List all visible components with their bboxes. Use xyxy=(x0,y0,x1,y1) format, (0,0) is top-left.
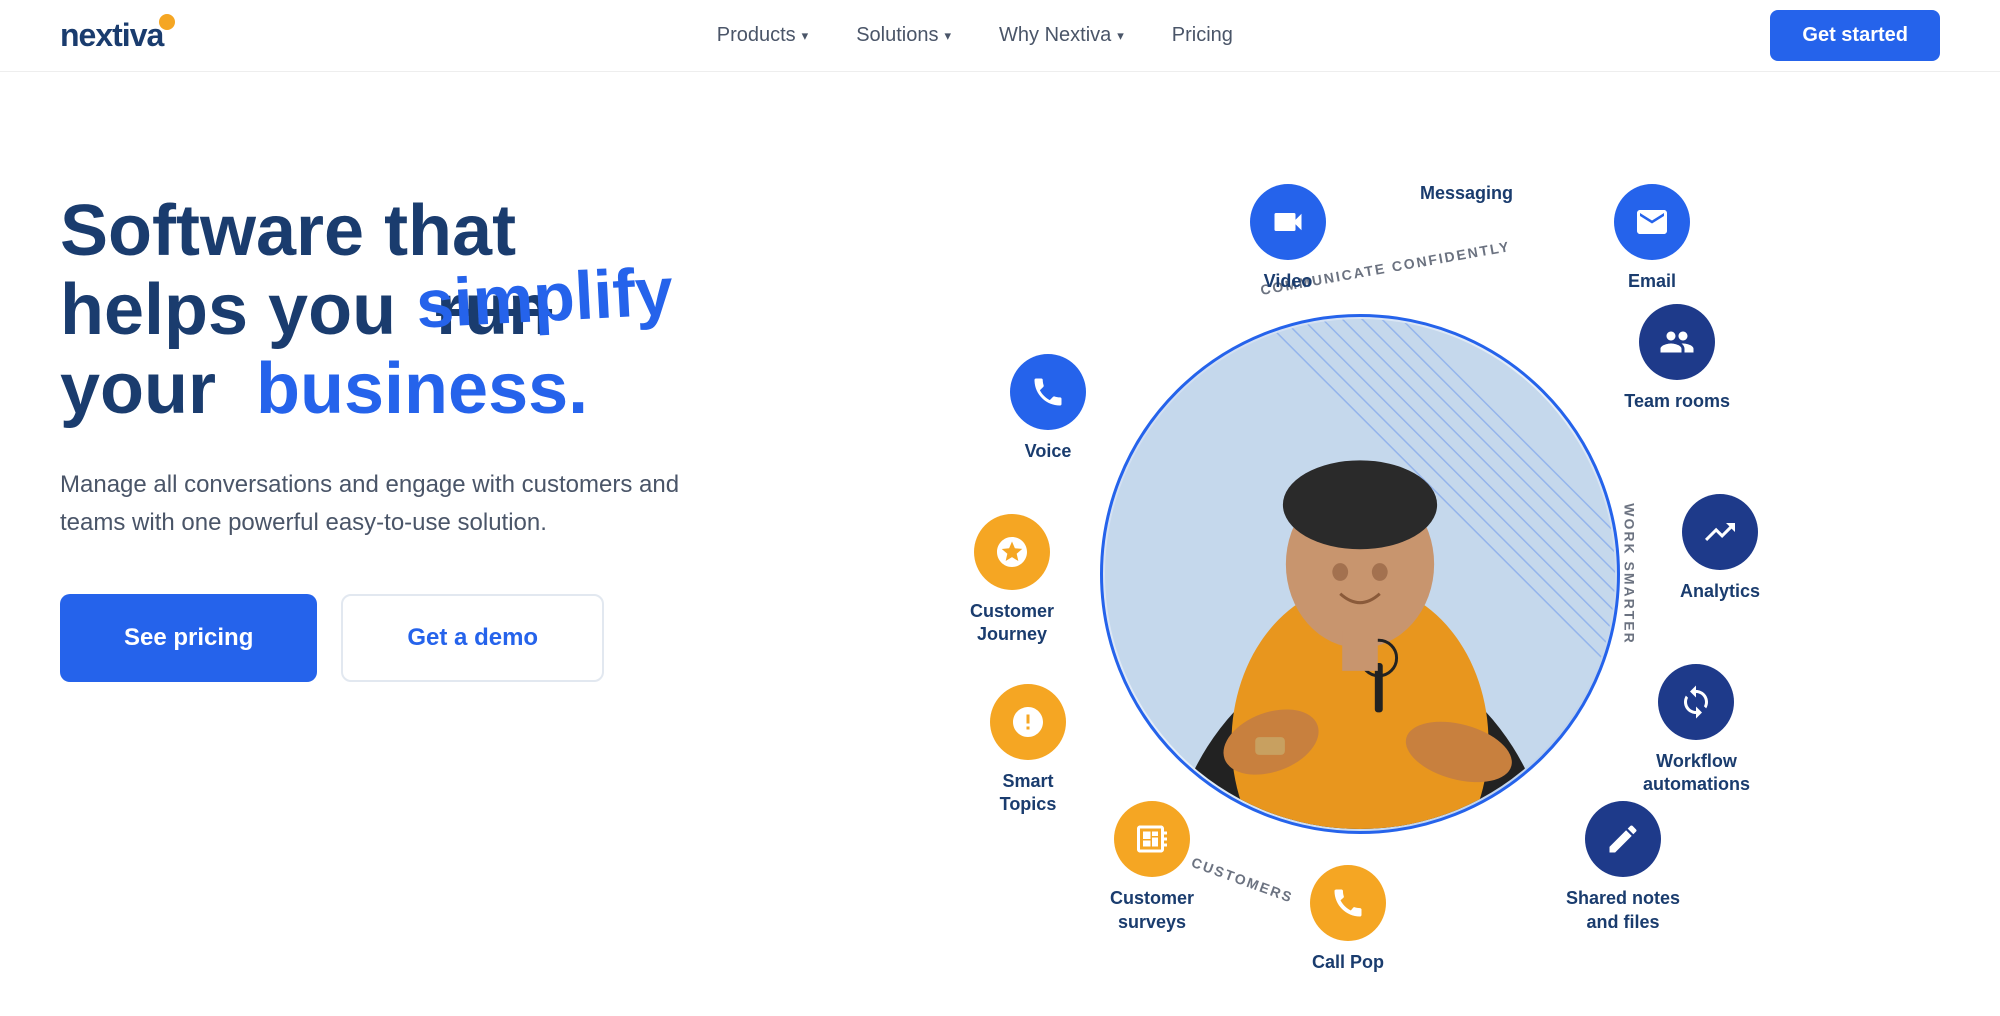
icon-item-shared-notes[interactable]: Shared notesand files xyxy=(1566,801,1680,934)
teamrooms-label: Team rooms xyxy=(1624,390,1730,413)
hero-left: Software that helps you run simplify you… xyxy=(60,132,780,682)
icon-item-video[interactable]: Video xyxy=(1250,184,1326,293)
logo[interactable]: nextiva xyxy=(60,17,179,54)
simplify-wrap: run simplify xyxy=(416,271,552,350)
call-pop-label: Call Pop xyxy=(1312,951,1384,974)
icon-item-call-pop[interactable]: Call Pop xyxy=(1310,865,1386,974)
smart-topics-label: SmartTopics xyxy=(1000,770,1057,817)
chevron-down-icon: ▾ xyxy=(944,28,951,44)
center-circle xyxy=(1100,314,1620,834)
arc-right-label: WORK SMARTER xyxy=(1621,503,1637,644)
call-pop-icon xyxy=(1310,865,1386,941)
teamrooms-icon xyxy=(1639,304,1715,380)
see-pricing-button[interactable]: See pricing xyxy=(60,594,317,682)
nav-solutions[interactable]: Solutions ▾ xyxy=(856,24,951,47)
main-content: Software that helps you run simplify you… xyxy=(0,72,2000,1016)
get-demo-button[interactable]: Get a demo xyxy=(341,594,604,682)
nav-why-nextiva[interactable]: Why Nextiva ▾ xyxy=(999,24,1124,47)
icon-item-customer-surveys[interactable]: Customersurveys xyxy=(1110,801,1194,934)
hero-buttons: See pricing Get a demo xyxy=(60,594,780,682)
workflow-label: Workflowautomations xyxy=(1643,750,1750,797)
video-label: Video xyxy=(1264,270,1313,293)
smart-topics-icon xyxy=(990,684,1066,760)
get-started-button[interactable]: Get started xyxy=(1770,10,1940,61)
email-icon xyxy=(1614,184,1690,260)
voice-label: Voice xyxy=(1025,440,1072,463)
hero-subtext: Manage all conversations and engage with… xyxy=(60,466,680,543)
icon-item-voice[interactable]: Voice xyxy=(1010,354,1086,463)
diagram-container: COMMUNICATE CONFIDENTLY DELIGHT CUSTOMER… xyxy=(910,154,1810,994)
person-illustration xyxy=(1103,314,1617,834)
logo-dot xyxy=(159,14,175,30)
analytics-label: Analytics xyxy=(1680,580,1760,603)
icon-item-smart-topics[interactable]: SmartTopics xyxy=(990,684,1066,817)
shared-notes-icon xyxy=(1585,801,1661,877)
video-icon xyxy=(1250,184,1326,260)
hero-heading: Software that helps you run simplify you… xyxy=(60,192,780,430)
analytics-icon xyxy=(1682,494,1758,570)
hero-right: COMMUNICATE CONFIDENTLY DELIGHT CUSTOMER… xyxy=(780,132,1940,1016)
workflow-icon xyxy=(1658,664,1734,740)
icon-item-analytics[interactable]: Analytics xyxy=(1680,494,1760,603)
messaging-label: Messaging xyxy=(1420,183,1513,203)
simplify-text: simplify xyxy=(414,255,675,343)
customer-journey-label: CustomerJourney xyxy=(970,600,1054,647)
customer-surveys-icon xyxy=(1114,801,1190,877)
nav-links: Products ▾ Solutions ▾ Why Nextiva ▾ Pri… xyxy=(717,24,1233,47)
chevron-down-icon: ▾ xyxy=(1117,28,1124,44)
shared-notes-label: Shared notesand files xyxy=(1566,887,1680,934)
nav-pricing[interactable]: Pricing xyxy=(1172,24,1233,47)
logo-text: nextiva xyxy=(60,17,163,54)
chevron-down-icon: ▾ xyxy=(802,28,809,44)
email-label: Email xyxy=(1628,270,1676,293)
messaging-label-container: Messaging xyxy=(1420,182,1513,205)
nav-products[interactable]: Products ▾ xyxy=(717,24,808,47)
voice-icon xyxy=(1010,354,1086,430)
customer-surveys-label: Customersurveys xyxy=(1110,887,1194,934)
customer-journey-icon xyxy=(974,514,1050,590)
business-text: business. xyxy=(256,349,588,429)
icon-item-customer-journey[interactable]: CustomerJourney xyxy=(970,514,1054,647)
icon-item-teamrooms[interactable]: Team rooms xyxy=(1624,304,1730,413)
icon-item-workflow[interactable]: Workflowautomations xyxy=(1643,664,1750,797)
navbar: nextiva Products ▾ Solutions ▾ Why Nexti… xyxy=(0,0,2000,72)
icon-item-email[interactable]: Email xyxy=(1614,184,1690,293)
